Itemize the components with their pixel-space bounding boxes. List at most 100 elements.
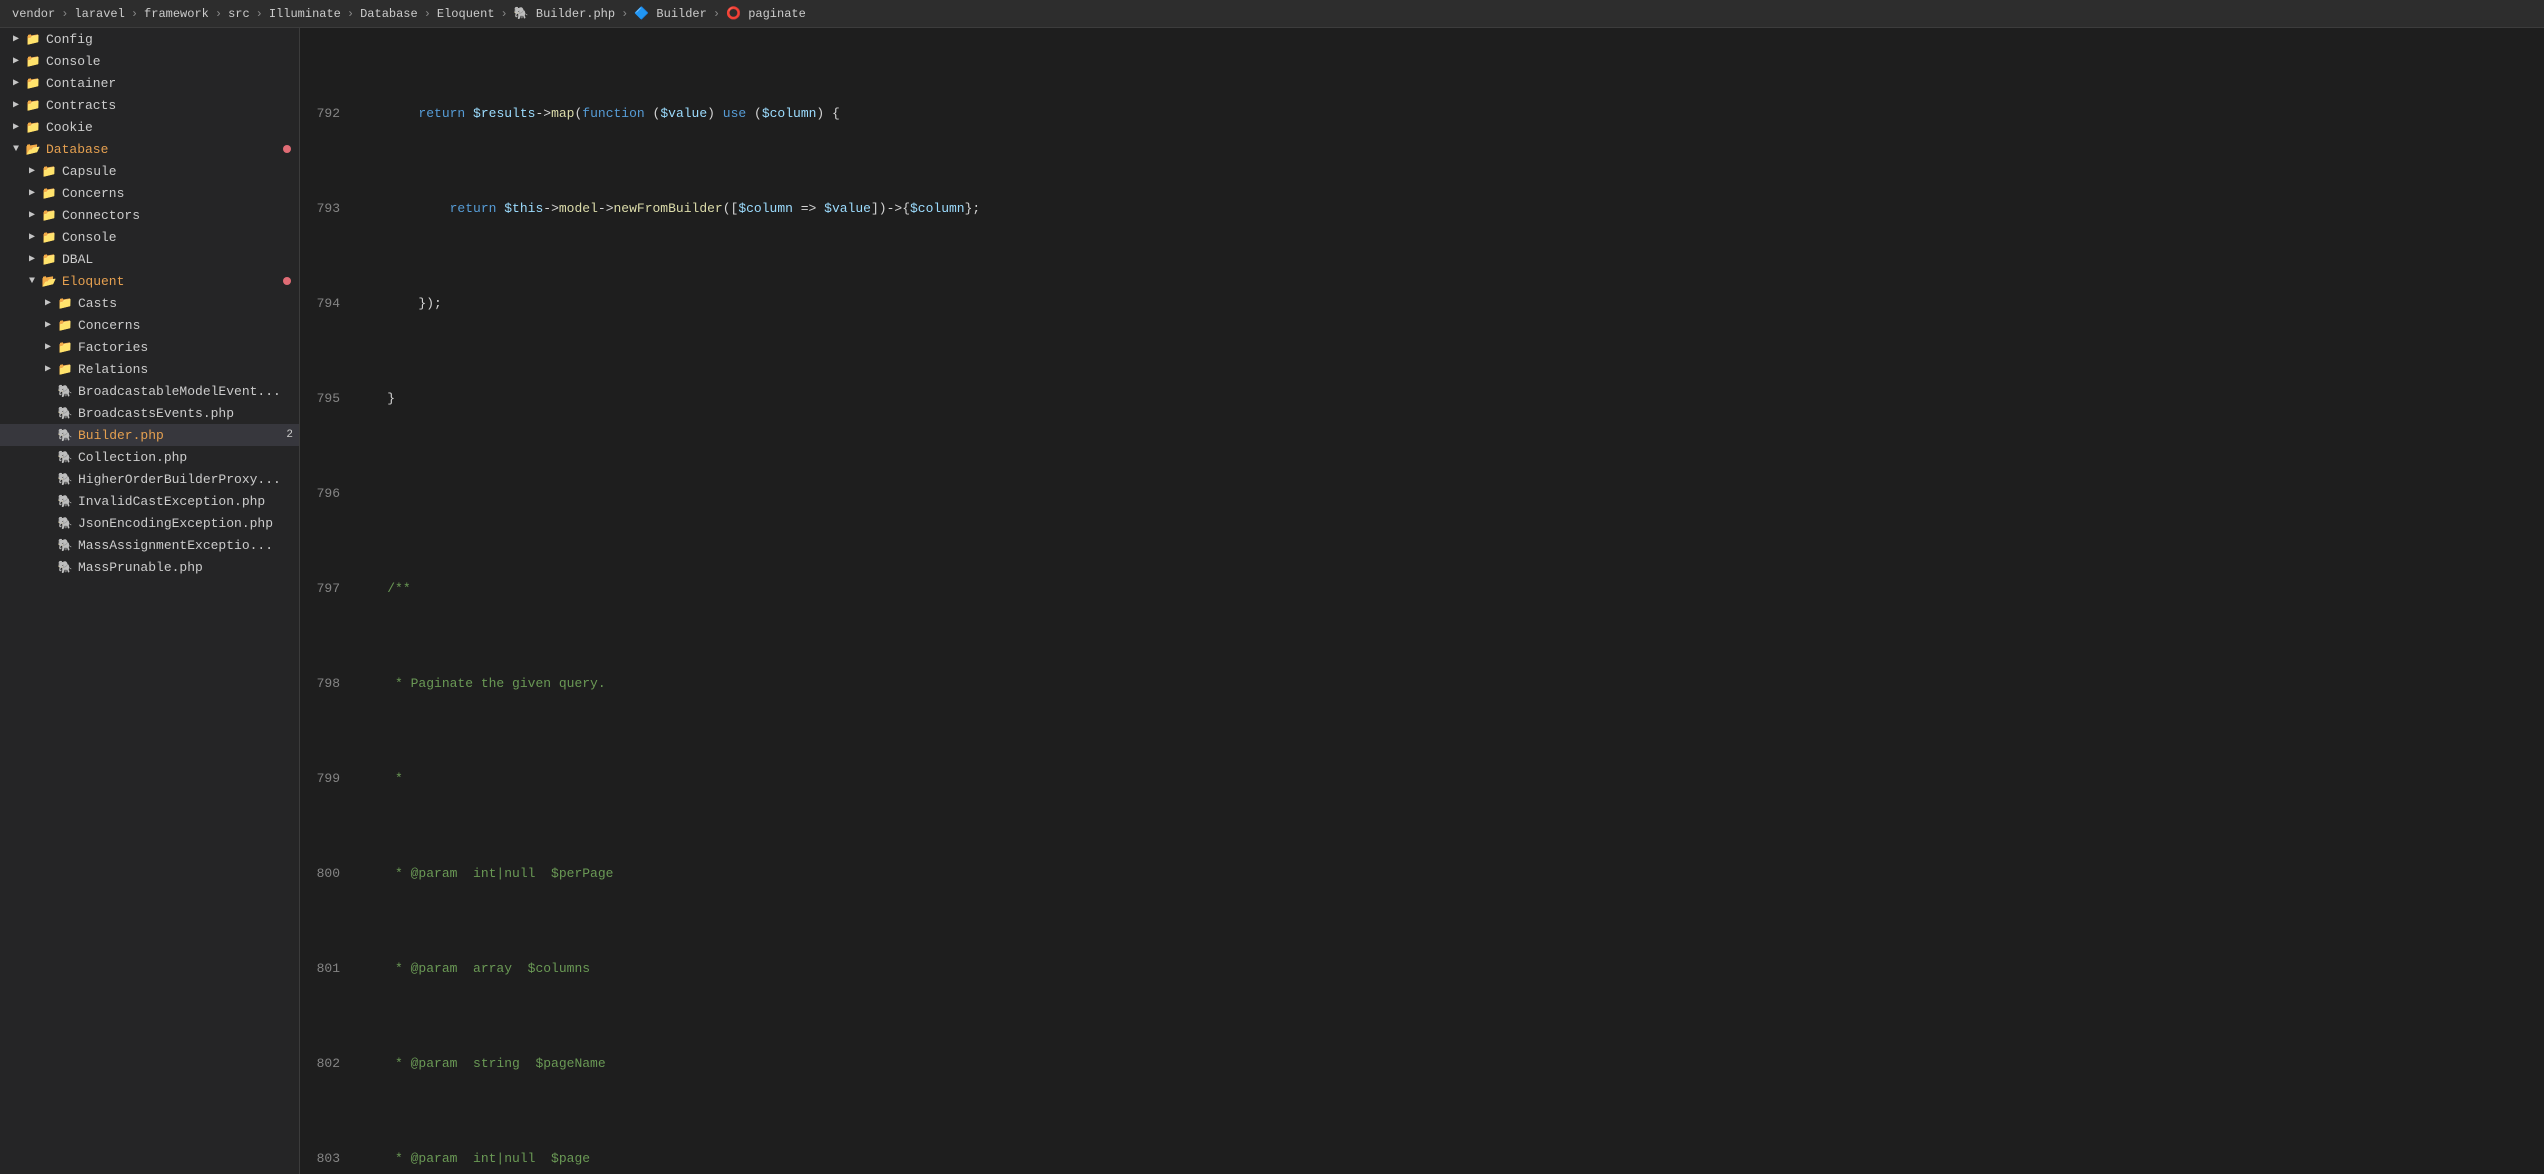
arrow-icon (8, 119, 24, 135)
breadcrumb-eloquent[interactable]: Eloquent (437, 7, 495, 21)
folder-icon: 📁 (56, 294, 74, 312)
sidebar-item-broadcastable[interactable]: 🐘 BroadcastableModelEvent... (0, 380, 299, 402)
sidebar-item-capsule[interactable]: 📁 Capsule (0, 160, 299, 182)
arrow-icon (8, 53, 24, 69)
sidebar-item-label: Config (46, 32, 299, 47)
breadcrumb-builder-class[interactable]: 🔷 Builder (634, 6, 707, 21)
folder-icon: 📁 (40, 250, 58, 268)
code-line-792: 792 return $results->map(function ($valu… (316, 104, 2528, 123)
line-number: 799 (316, 769, 356, 788)
line-content: return $this->model->newFromBuilder([$co… (356, 199, 2528, 218)
sidebar-item-container[interactable]: 📁 Container (0, 72, 299, 94)
line-content: /** (356, 579, 2528, 598)
line-number: 803 (316, 1149, 356, 1168)
sidebar-item-builder[interactable]: 🐘 Builder.php 2 (0, 424, 299, 446)
sidebar-item-jsonencoding[interactable]: 🐘 JsonEncodingException.php (0, 512, 299, 534)
line-content: * Paginate the given query. (356, 674, 2528, 693)
sidebar-item-connectors[interactable]: 📁 Connectors (0, 204, 299, 226)
no-arrow (40, 427, 56, 443)
code-line-795: 795 } (316, 389, 2528, 408)
php-file-icon: 🐘 (56, 514, 74, 532)
sidebar-item-collection[interactable]: 🐘 Collection.php (0, 446, 299, 468)
sidebar-item-label: Console (62, 230, 299, 245)
sidebar-item-factories[interactable]: 📁 Factories (0, 336, 299, 358)
code-line-798: 798 * Paginate the given query. (316, 674, 2528, 693)
breadcrumb-sep-9: › (713, 7, 720, 21)
sidebar-item-label: Connectors (62, 208, 299, 223)
sidebar-item-broadcastsevents[interactable]: 🐘 BroadcastsEvents.php (0, 402, 299, 424)
breadcrumb-database[interactable]: Database (360, 7, 418, 21)
sidebar-item-contracts[interactable]: 📁 Contracts (0, 94, 299, 116)
sidebar-item-label: Concerns (62, 186, 299, 201)
sidebar-item-label: Collection.php (78, 450, 299, 465)
php-file-icon: 🐘 (56, 558, 74, 576)
arrow-icon (8, 141, 24, 157)
code-line-800: 800 * @param int|null $perPage (316, 864, 2528, 883)
breadcrumb-paginate[interactable]: ⭕ paginate (726, 6, 806, 21)
breadcrumb-src[interactable]: src (228, 7, 250, 21)
code-view: 792 return $results->map(function ($valu… (300, 28, 2544, 1174)
sidebar-item-label: Relations (78, 362, 299, 377)
php-file-icon: 🐘 (56, 536, 74, 554)
code-line-794: 794 }); (316, 294, 2528, 313)
sidebar-item-label: BroadcastsEvents.php (78, 406, 299, 421)
sidebar-item-label: Database (46, 142, 283, 157)
code-line-796: 796 (316, 484, 2528, 503)
breadcrumb-sep-7: › (501, 7, 508, 21)
breadcrumb-bar: vendor › laravel › framework › src › Ill… (0, 0, 2544, 28)
sidebar-item-console[interactable]: 📁 Console (0, 50, 299, 72)
line-number: 796 (316, 484, 356, 503)
line-content (356, 484, 2528, 503)
no-arrow (40, 405, 56, 421)
code-content[interactable]: 792 return $results->map(function ($valu… (300, 28, 2544, 1174)
sidebar-item-label: Eloquent (62, 274, 283, 289)
breadcrumb-builderphp[interactable]: 🐘 Builder.php (514, 6, 615, 21)
sidebar-item-config[interactable]: 📁 Config (0, 28, 299, 50)
sidebar-item-console-db[interactable]: 📁 Console (0, 226, 299, 248)
line-content: } (356, 389, 2528, 408)
sidebar-item-massprunable[interactable]: 🐘 MassPrunable.php (0, 556, 299, 578)
breadcrumb-framework[interactable]: framework (144, 7, 209, 21)
line-content: * @param int|null $perPage (356, 864, 2528, 883)
sidebar-item-concerns-db[interactable]: 📁 Concerns (0, 182, 299, 204)
badge-count: 2 (279, 429, 293, 441)
arrow-icon (24, 207, 40, 223)
breadcrumb-vendor[interactable]: vendor (12, 7, 55, 21)
sidebar-item-invalidcast[interactable]: 🐘 InvalidCastException.php (0, 490, 299, 512)
sidebar-item-concerns-el[interactable]: 📁 Concerns (0, 314, 299, 336)
breadcrumb-illuminate[interactable]: Illuminate (269, 7, 341, 21)
breadcrumb-sep-2: › (131, 7, 138, 21)
sidebar-item-label: MassPrunable.php (78, 560, 299, 575)
sidebar-item-database[interactable]: 📂 Database (0, 138, 299, 160)
arrow-icon (24, 273, 40, 289)
line-content: * @param array $columns (356, 959, 2528, 978)
sidebar-item-higherorder[interactable]: 🐘 HigherOrderBuilderProxy... (0, 468, 299, 490)
sidebar-item-label: JsonEncodingException.php (78, 516, 299, 531)
sidebar-item-label: Container (46, 76, 299, 91)
sidebar-item-label: Capsule (62, 164, 299, 179)
sidebar-item-eloquent[interactable]: 📂 Eloquent (0, 270, 299, 292)
sidebar-item-dbal[interactable]: 📁 DBAL (0, 248, 299, 270)
arrow-icon (40, 295, 56, 311)
sidebar-item-massassignment[interactable]: 🐘 MassAssignmentExceptio... (0, 534, 299, 556)
no-arrow (40, 559, 56, 575)
folder-icon: 📁 (24, 118, 42, 136)
main-layout: 📁 Config 📁 Console 📁 Container 📁 Contrac… (0, 28, 2544, 1174)
arrow-icon (40, 339, 56, 355)
breadcrumb-sep-8: › (621, 7, 628, 21)
breadcrumb-laravel[interactable]: laravel (74, 7, 124, 21)
breadcrumb-sep-5: › (347, 7, 354, 21)
php-file-icon: 🐘 (56, 404, 74, 422)
sidebar-item-casts[interactable]: 📁 Casts (0, 292, 299, 314)
sidebar-item-label: Concerns (78, 318, 299, 333)
no-arrow (40, 493, 56, 509)
folder-icon: 📁 (40, 162, 58, 180)
arrow-icon (40, 361, 56, 377)
sidebar-item-cookie[interactable]: 📁 Cookie (0, 116, 299, 138)
arrow-icon (24, 185, 40, 201)
line-number: 794 (316, 294, 356, 313)
breadcrumb-sep-3: › (215, 7, 222, 21)
sidebar-item-relations[interactable]: 📁 Relations (0, 358, 299, 380)
breadcrumb-sep-6: › (424, 7, 431, 21)
folder-icon: 📁 (24, 52, 42, 70)
